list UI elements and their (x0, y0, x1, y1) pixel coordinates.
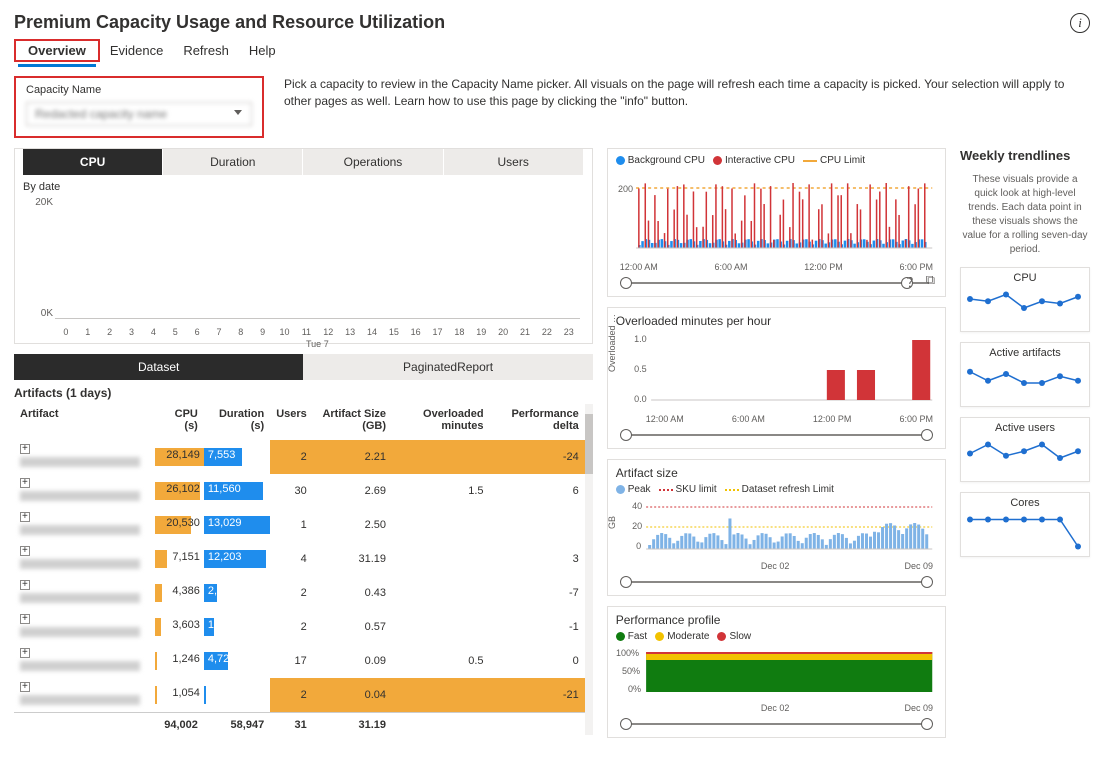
metric-tabs: CPU Duration Operations Users (23, 149, 584, 175)
svg-text:20: 20 (632, 521, 642, 531)
expand-icon[interactable] (20, 478, 30, 488)
metric-tab-cpu[interactable]: CPU (23, 149, 163, 175)
col-artifact[interactable]: Artifact (14, 404, 155, 440)
expand-icon[interactable] (20, 444, 30, 454)
svg-text:50%: 50% (622, 666, 640, 676)
capacity-label: Capacity Name (26, 84, 252, 96)
expand-icon[interactable] (20, 512, 30, 522)
info-icon[interactable]: i (1070, 13, 1090, 33)
tab-highlight: Overview (14, 39, 100, 62)
performance-card: Performance profile Fast Moderate Slow 1… (607, 606, 946, 738)
svg-text:1.0: 1.0 (634, 334, 647, 344)
artifact-size-title: Artifact size (616, 466, 937, 480)
artifacts-title: Artifacts (1 days) (14, 386, 593, 400)
svg-text:0.5: 0.5 (634, 364, 647, 374)
table-row[interactable]: 1,2464,728170.090.50 (14, 644, 585, 678)
table-row[interactable]: 7,15112,203431.193 (14, 542, 585, 576)
table-row[interactable]: 20,53013,02912.50 (14, 508, 585, 542)
help-icon[interactable]: ？ (907, 272, 920, 291)
performance-chart[interactable]: 100% 50% 0% (616, 646, 937, 701)
svg-text:200: 200 (618, 184, 633, 194)
expand-icon[interactable] (20, 648, 30, 658)
cpu-timeline-card: Background CPU Interactive CPU CPU Limit… (607, 148, 946, 297)
table-row[interactable]: 28,1497,55322.21-24 (14, 440, 585, 474)
weekly-title: Weekly trendlines (960, 148, 1090, 163)
by-date-label: By date (23, 181, 584, 193)
metric-tab-duration[interactable]: Duration (163, 149, 303, 175)
svg-text:0%: 0% (628, 684, 641, 694)
col-overloaded[interactable]: Overloaded minutes (392, 404, 490, 440)
size-range-slider[interactable] (616, 575, 937, 589)
page-title: Premium Capacity Usage and Resource Util… (14, 8, 445, 37)
artifact-type-tabs: Dataset PaginatedReport (14, 354, 593, 380)
table-row[interactable]: 4,3862,50720.43-7 (14, 576, 585, 610)
svg-text:100%: 100% (616, 648, 639, 658)
spark-card[interactable]: CPU (960, 267, 1090, 332)
overload-chart[interactable]: Overloaded … 1.0 0.5 0.0 (616, 332, 937, 412)
tab-refresh[interactable]: Refresh (173, 37, 239, 64)
cpu-timeline-chart[interactable]: 200 (616, 170, 937, 260)
artifact-size-chart[interactable]: GB 40 20 0 (616, 499, 937, 559)
weekly-desc: These visuals provide a quick look at hi… (960, 173, 1090, 257)
metric-tab-users[interactable]: Users (444, 149, 584, 175)
expand-icon[interactable] (20, 546, 30, 556)
cpu-range-slider[interactable]: ？⧉ (616, 276, 937, 290)
overload-card: Overloaded minutes per hour Overloaded …… (607, 307, 946, 449)
artifact-tab-paginated[interactable]: PaginatedReport (303, 354, 592, 380)
artifacts-table: Artifact CPU (s) Duration (s) Users Arti… (14, 404, 585, 735)
tab-evidence[interactable]: Evidence (100, 37, 173, 64)
capacity-select[interactable]: Redacted capacity name (26, 102, 252, 126)
chevron-down-icon (234, 110, 242, 115)
table-row[interactable]: 3,6031,93420.57-1 (14, 610, 585, 644)
col-users[interactable]: Users (270, 404, 313, 440)
table-row[interactable]: 26,10211,560302.691.56 (14, 474, 585, 508)
expand-icon[interactable] (20, 614, 30, 624)
performance-title: Performance profile (616, 613, 937, 627)
by-date-card: CPU Duration Operations Users By date 20… (14, 148, 593, 344)
col-size[interactable]: Artifact Size (GB) (313, 404, 392, 440)
expand-icon[interactable] (20, 682, 30, 692)
svg-text:0: 0 (636, 541, 641, 551)
svg-text:0.0: 0.0 (634, 394, 647, 404)
tab-help[interactable]: Help (239, 37, 286, 64)
perf-range-slider[interactable] (616, 717, 937, 731)
overload-title: Overloaded minutes per hour (616, 314, 937, 328)
artifact-tab-dataset[interactable]: Dataset (14, 354, 303, 380)
spark-card[interactable]: Cores (960, 492, 1090, 557)
capacity-picker: Capacity Name Redacted capacity name (14, 76, 264, 138)
tab-overview[interactable]: Overview (18, 37, 96, 67)
spark-card[interactable]: Active artifacts (960, 342, 1090, 407)
by-date-chart[interactable]: 20K0K Tue 701234567891011121314151617181… (23, 197, 584, 337)
expand-icon[interactable] (20, 580, 30, 590)
help-text: Pick a capacity to review in the Capacit… (284, 76, 1090, 111)
col-duration[interactable]: Duration (s) (204, 404, 270, 440)
spark-card[interactable]: Active users (960, 417, 1090, 482)
svg-text:40: 40 (632, 501, 642, 511)
table-scrollbar[interactable] (585, 404, 593, 735)
table-row[interactable]: 1,05448020.04-21 (14, 678, 585, 713)
overload-range-slider[interactable] (616, 428, 937, 442)
artifact-size-card: Artifact size Peak SKU limit Dataset ref… (607, 459, 946, 596)
col-cpu[interactable]: CPU (s) (155, 404, 204, 440)
metric-tab-operations[interactable]: Operations (303, 149, 443, 175)
copy-icon[interactable]: ⧉ (926, 272, 935, 291)
col-perf[interactable]: Performance delta (490, 404, 585, 440)
